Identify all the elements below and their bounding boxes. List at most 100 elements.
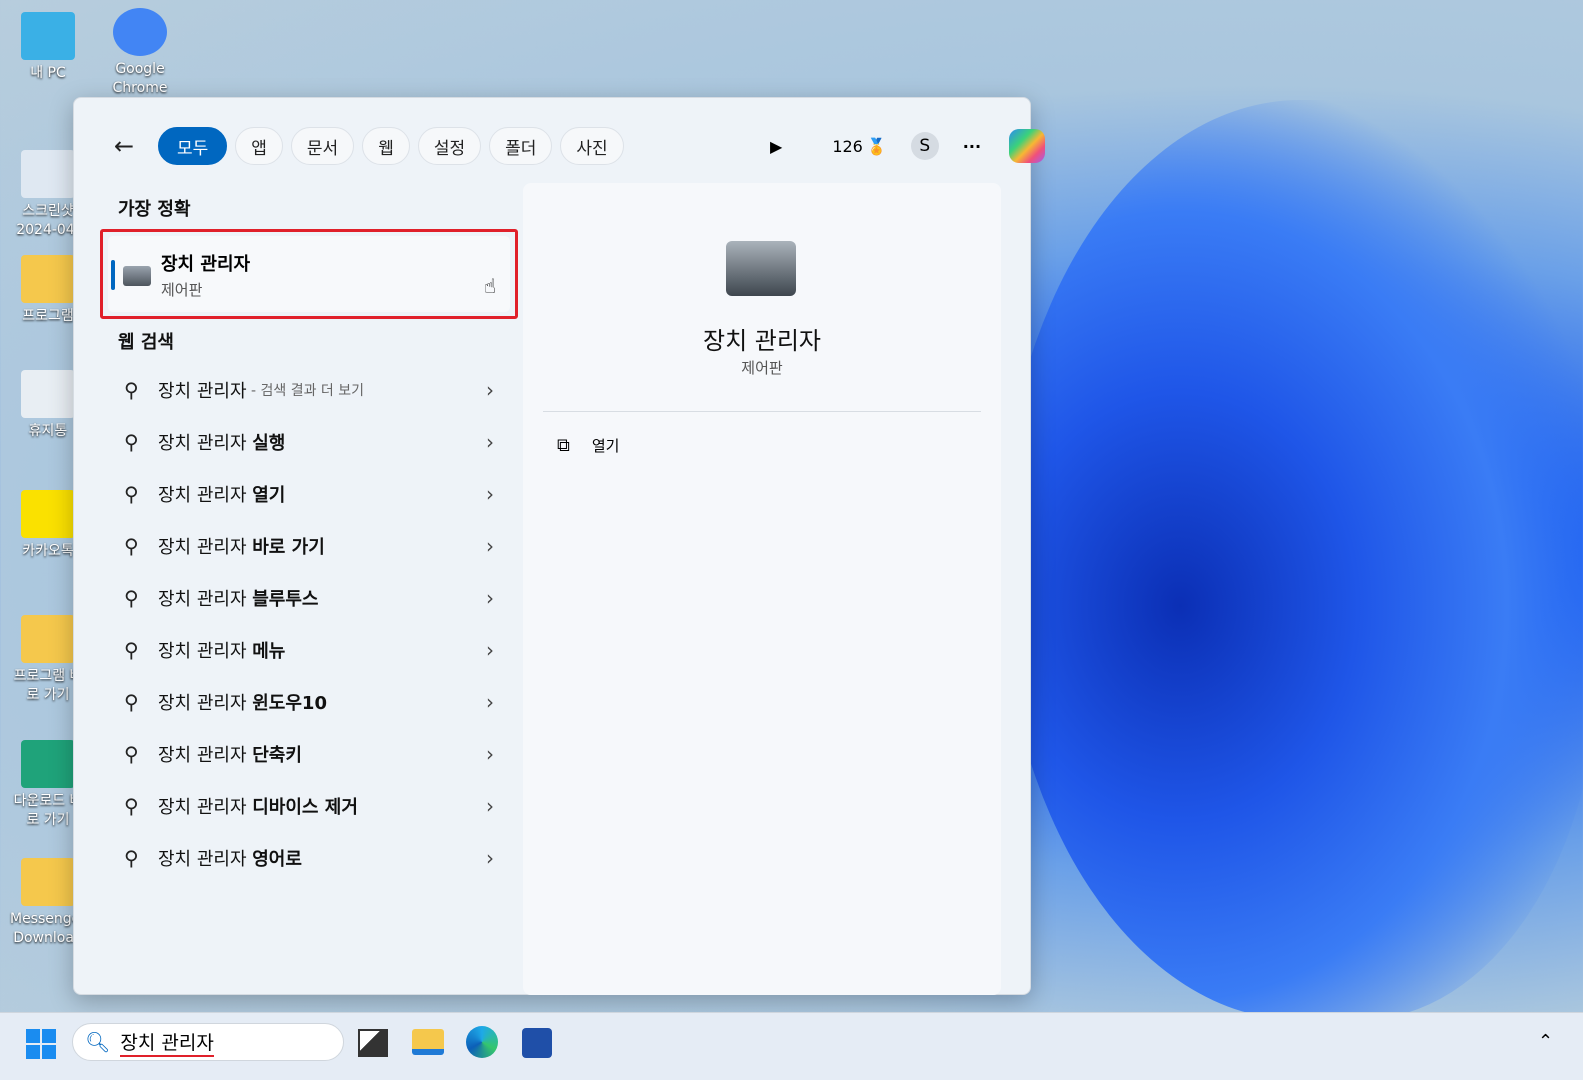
- filter-tab[interactable]: 웹: [362, 127, 410, 165]
- item-suffix: 실행: [252, 433, 286, 454]
- chevron-right-icon: ›: [486, 586, 494, 610]
- desktop-icon-image: [21, 615, 75, 663]
- desktop-icon-image: [21, 858, 75, 906]
- search-icon: ⚲: [124, 794, 139, 818]
- file-explorer-icon[interactable]: [412, 1029, 444, 1055]
- best-match-title: 장치 관리자: [161, 254, 251, 275]
- search-input[interactable]: 장치 관리자: [120, 1028, 214, 1057]
- selection-indicator: [111, 260, 115, 290]
- web-search-item[interactable]: ⚲ 장치 관리자 열기 ›: [124, 474, 494, 514]
- search-icon: ⚲: [124, 534, 139, 558]
- search-topbar: ← 모두 앱 문서 웹 설정 폴더 사진 ▶ 126 🏅 S ···: [114, 126, 1046, 166]
- copilot-icon[interactable]: [1009, 129, 1046, 163]
- item-query: 장치 관리자: [158, 641, 253, 662]
- detail-title: 장치 관리자: [702, 327, 822, 355]
- desktop-icon[interactable]: 내 PC: [8, 12, 88, 83]
- web-search-item[interactable]: ⚲ 장치 관리자 영어로 ›: [124, 838, 494, 878]
- avatar[interactable]: S: [910, 132, 939, 160]
- web-search-item[interactable]: ⚲ 장치 관리자 단축키 ›: [124, 734, 494, 774]
- edge-icon[interactable]: [466, 1026, 498, 1058]
- web-search-item[interactable]: ⚲ 장치 관리자 윈도우10 ›: [124, 682, 494, 722]
- chevron-right-icon: ›: [486, 846, 494, 870]
- item-query: 장치 관리자: [158, 485, 253, 506]
- chevron-right-icon: ›: [486, 378, 494, 402]
- item-query: 장치 관리자: [158, 589, 253, 610]
- filter-tab[interactable]: 앱: [235, 127, 283, 165]
- taskbar-search-box[interactable]: 🔍︎ 장치 관리자: [72, 1023, 344, 1061]
- web-search-item[interactable]: ⚲ 장치 관리자 실행 ›: [124, 422, 494, 462]
- desktop-icon-image: [21, 12, 75, 60]
- play-icon[interactable]: ▶: [770, 137, 782, 156]
- search-icon: 🔍︎: [85, 1030, 111, 1054]
- store-icon[interactable]: [522, 1028, 552, 1058]
- device-manager-icon: [123, 266, 151, 286]
- filter-tab[interactable]: 모두: [158, 127, 228, 165]
- chevron-right-icon: ›: [486, 690, 494, 714]
- item-query: 장치 관리자: [158, 849, 253, 870]
- search-icon: ⚲: [124, 430, 139, 454]
- points-count[interactable]: 126: [832, 137, 863, 156]
- open-label: 열기: [591, 437, 620, 455]
- item-suffix: - 검색 결과 더 보기: [246, 383, 364, 399]
- item-suffix: 디바이스 제거: [252, 797, 358, 818]
- more-options-button[interactable]: ···: [963, 137, 981, 156]
- web-search-item[interactable]: ⚲ 장치 관리자 - 검색 결과 더 보기 ›: [124, 370, 494, 410]
- rewards-medal-icon[interactable]: 🏅: [867, 137, 887, 156]
- detail-pane: 장치 관리자 제어판 ⧉ 열기: [523, 183, 1001, 995]
- open-external-icon: ⧉: [557, 435, 570, 456]
- search-icon: ⚲: [124, 638, 139, 662]
- search-icon: ⚲: [124, 846, 139, 870]
- item-suffix: 바로 가기: [252, 537, 325, 558]
- item-suffix: 단축키: [252, 745, 302, 766]
- item-query: 장치 관리자: [158, 537, 253, 558]
- search-icon: ⚲: [124, 378, 139, 402]
- chevron-right-icon: ›: [486, 742, 494, 766]
- desktop-icon[interactable]: Google Chrome: [100, 8, 180, 98]
- desktop-icon-label: 내 PC: [30, 65, 66, 81]
- filter-tab[interactable]: 사진: [560, 127, 624, 165]
- web-search-item[interactable]: ⚲ 장치 관리자 메뉴 ›: [124, 630, 494, 670]
- desktop-icon-image: [21, 490, 75, 538]
- chevron-right-icon: ›: [486, 794, 494, 818]
- open-action[interactable]: ⧉ 열기: [557, 435, 619, 456]
- wallpaper-bloom: [1000, 100, 1583, 1020]
- chevron-right-icon: ›: [486, 638, 494, 662]
- best-match-item[interactable]: 장치 관리자 제어판 ☝: [108, 236, 510, 312]
- web-search-item[interactable]: ⚲ 장치 관리자 블루투스 ›: [124, 578, 494, 618]
- desktop-icon-image: [21, 370, 75, 418]
- hand-cursor-icon: ☝: [483, 274, 496, 298]
- chevron-right-icon: ›: [486, 482, 494, 506]
- detail-subtitle: 제어판: [741, 359, 783, 377]
- back-arrow-icon[interactable]: ←: [114, 132, 158, 160]
- desktop-icon-label: Google Chrome: [112, 61, 168, 96]
- best-match-subtitle: 제어판: [161, 281, 203, 299]
- item-query: 장치 관리자: [158, 693, 253, 714]
- desktop-icon-image: [21, 255, 75, 303]
- item-suffix: 영어로: [252, 849, 302, 870]
- filter-tab[interactable]: 문서: [290, 127, 355, 165]
- chevron-right-icon: ›: [486, 534, 494, 558]
- search-icon: ⚲: [124, 742, 139, 766]
- best-match-highlight: 장치 관리자 제어판 ☝: [100, 229, 518, 319]
- best-match-heading: 가장 정확: [118, 199, 191, 220]
- show-hidden-icons-chevron-icon[interactable]: ⌃: [1538, 1031, 1553, 1052]
- item-query: 장치 관리자: [158, 433, 253, 454]
- desktop-icon-image: [21, 150, 75, 198]
- filter-tab[interactable]: 폴더: [489, 127, 553, 165]
- search-panel: ← 모두 앱 문서 웹 설정 폴더 사진 ▶ 126 🏅 S ··· 가장 정확 장치 관리…: [73, 97, 1046, 995]
- desktop-icon-image: [21, 740, 75, 788]
- taskbar: 🔍︎ 장치 관리자 ⌃: [0, 1012, 1583, 1080]
- web-search-heading: 웹 검색: [118, 332, 174, 353]
- web-search-item[interactable]: ⚲ 장치 관리자 디바이스 제거 ›: [124, 786, 494, 826]
- item-query: 장치 관리자: [158, 797, 253, 818]
- task-view-icon[interactable]: [358, 1029, 388, 1057]
- filter-tab[interactable]: 설정: [417, 127, 482, 165]
- divider: [543, 411, 981, 412]
- desktop-icon-image: [113, 8, 167, 56]
- web-search-item[interactable]: ⚲ 장치 관리자 바로 가기 ›: [124, 526, 494, 566]
- item-suffix: 열기: [252, 485, 286, 506]
- item-query: 장치 관리자: [158, 745, 253, 766]
- item-suffix: 블루투스: [252, 589, 319, 610]
- start-windows-icon[interactable]: [26, 1029, 56, 1059]
- device-manager-large-icon: [726, 241, 796, 296]
